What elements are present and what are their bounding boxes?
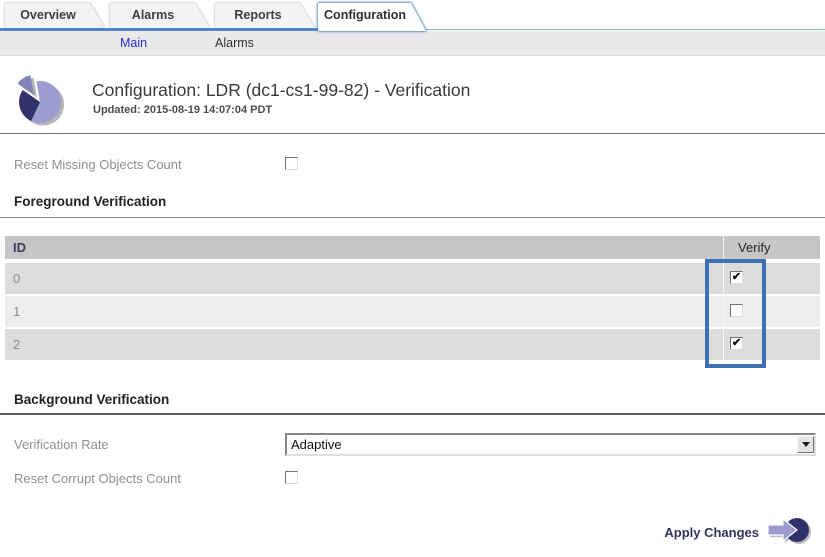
row-id-cell: 2 (5, 329, 723, 360)
header-divider (0, 133, 825, 134)
verify-checkbox[interactable]: ✔ (730, 304, 743, 317)
ldr-verification-configuration-page: Overview Alarms Reports Configuration Ma… (0, 0, 825, 557)
tab-label: Overview (5, 3, 105, 28)
reset-corrupt-objects-checkbox[interactable]: ✔ (285, 471, 298, 484)
tab-overview[interactable]: Overview (5, 3, 105, 28)
tab-bar-baseline (426, 29, 825, 30)
foreground-verification-heading: Foreground Verification (14, 194, 166, 209)
apply-arrow-icon (766, 517, 812, 547)
foreground-verification-table: ID Verify 0 ✔ 1 ✔ 2 ✔ (5, 236, 820, 362)
selected-option: Adaptive (287, 436, 797, 454)
pie-chart-icon (13, 71, 69, 127)
caret-down-icon (802, 442, 810, 447)
reset-missing-objects-checkbox[interactable]: ✔ (285, 157, 298, 170)
sub-navigation: Main Alarms (0, 31, 825, 56)
tab-configuration[interactable]: Configuration (318, 3, 426, 31)
row-verify-cell: ✔ (723, 263, 820, 294)
table-row: 2 ✔ (5, 329, 820, 360)
row-id-cell: 1 (5, 296, 723, 327)
subnav-item-alarms[interactable]: Alarms (215, 31, 254, 56)
tab-label: Reports (215, 3, 315, 28)
updated-timestamp: Updated: 2015-08-19 14:07:04 PDT (93, 104, 272, 116)
verify-checkbox[interactable]: ✔ (730, 271, 743, 284)
row-verify-cell: ✔ (723, 329, 820, 360)
apply-changes-button[interactable]: Apply Changes (664, 516, 812, 548)
check-icon: ✔ (732, 272, 741, 283)
section-divider (0, 413, 825, 415)
apply-changes-label: Apply Changes (664, 525, 759, 540)
background-verification-heading: Background Verification (14, 392, 169, 407)
tab-label: Alarms (110, 3, 210, 28)
reset-missing-objects-label: Reset Missing Objects Count (14, 157, 182, 172)
column-header-id: ID (5, 236, 723, 259)
verify-checkbox[interactable]: ✔ (730, 337, 743, 350)
tab-alarms[interactable]: Alarms (110, 3, 210, 28)
dropdown-arrow-button[interactable] (797, 436, 814, 453)
verification-rate-label: Verification Rate (14, 437, 109, 452)
table-row: 1 ✔ (5, 296, 820, 327)
section-divider (0, 217, 825, 218)
row-verify-cell: ✔ (723, 296, 820, 327)
page-title: Configuration: LDR (dc1-cs1-99-82) - Ver… (92, 80, 470, 101)
column-header-verify: Verify (723, 236, 820, 259)
tab-label: Configuration (318, 3, 426, 28)
table-row: 0 ✔ (5, 263, 820, 294)
verification-rate-select[interactable]: Adaptive (285, 433, 816, 456)
check-icon: ✔ (732, 338, 741, 349)
tab-reports[interactable]: Reports (215, 3, 315, 28)
reset-corrupt-objects-label: Reset Corrupt Objects Count (14, 471, 181, 486)
table-header-row: ID Verify (5, 236, 820, 259)
row-id-cell: 0 (5, 263, 723, 294)
subnav-item-main[interactable]: Main (120, 31, 147, 56)
